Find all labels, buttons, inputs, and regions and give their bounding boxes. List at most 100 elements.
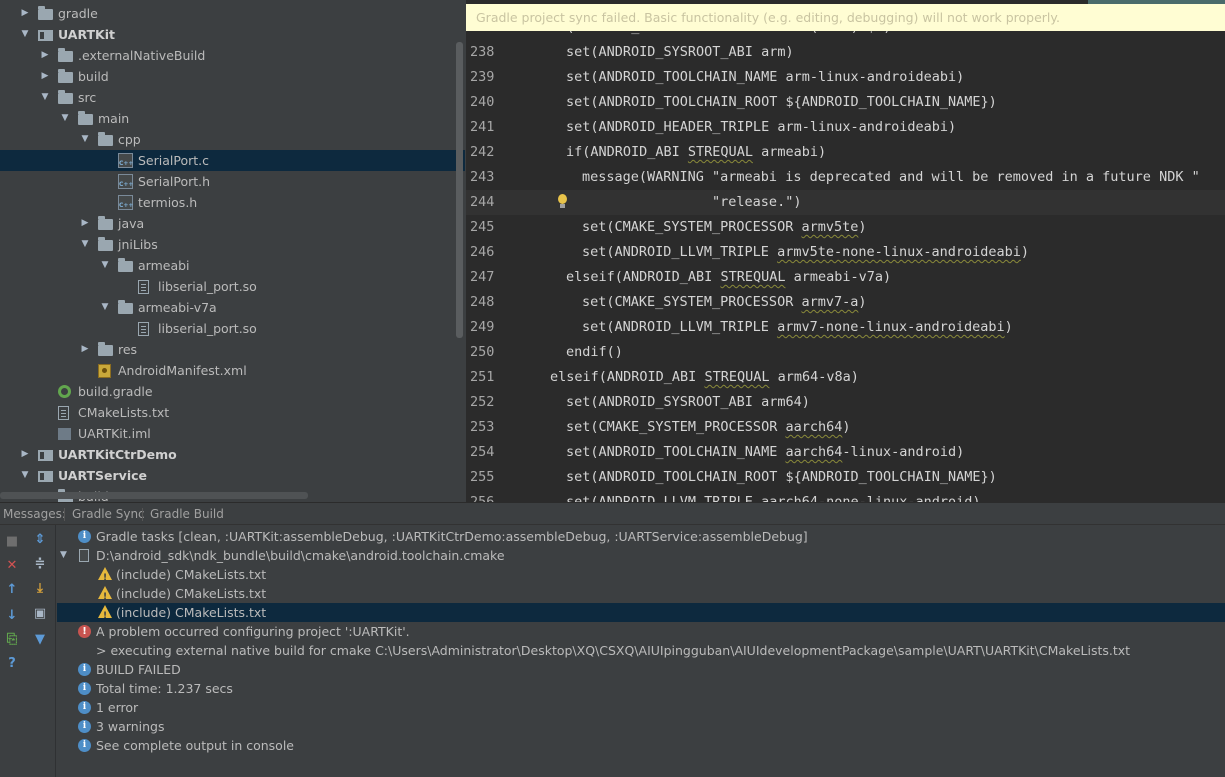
tree-item-label: AndroidManifest.xml [118, 363, 247, 378]
tree-item[interactable]: libserial_port.so [0, 318, 465, 339]
code-line[interactable]: 243 message(WARNING "armeabi is deprecate… [466, 165, 1225, 190]
help-icon[interactable]: ? [5, 657, 19, 671]
collapsed-arrow-icon[interactable]: ▶ [80, 339, 90, 360]
collapsed-arrow-icon[interactable]: ▶ [80, 213, 90, 234]
manifest-icon [98, 364, 111, 378]
code-line[interactable]: 251 elseif(ANDROID_ABI STREQUAL arm64-v8a… [466, 365, 1225, 390]
code-line[interactable]: 240 set(ANDROID_TOOLCHAIN_ROOT ${ANDROID_… [466, 90, 1225, 115]
code-line[interactable]: 238 set(ANDROID_SYSROOT_ABI arm) [466, 40, 1225, 65]
collapsed-arrow-icon[interactable]: ▶ [40, 66, 50, 87]
info-icon: i [78, 701, 91, 714]
tree-item[interactable]: C++ SerialPort.c [0, 150, 465, 171]
folder-icon [118, 300, 133, 314]
code-line[interactable]: 242 if(ANDROID_ABI STREQUAL armeabi) [466, 140, 1225, 165]
message-row[interactable]: (include) CMakeLists.txt [57, 584, 1225, 607]
stop-icon[interactable]: ■ [5, 535, 19, 549]
tree-item[interactable]: ▼ UARTKit [0, 24, 465, 45]
tree-item[interactable]: C++ SerialPort.h [0, 171, 465, 192]
tree-item[interactable]: ▶ gradle [0, 3, 465, 24]
code-line[interactable]: 241 set(ANDROID_HEADER_TRIPLE arm-linux-a… [466, 115, 1225, 140]
code-line[interactable]: 252 set(ANDROID_SYSROOT_ABI arm64) [466, 390, 1225, 415]
tree-item[interactable]: ▶ java [0, 213, 465, 234]
tree-item[interactable]: ▶ UARTKitCtrDemo [0, 444, 465, 465]
messages-list[interactable]: i Gradle tasks [clean, :UARTKit:assembleD… [57, 525, 1225, 777]
expanded-arrow-icon[interactable]: ▼ [80, 129, 90, 150]
tree-item[interactable]: ▶ .externalNativeBuild [0, 45, 465, 66]
code-line[interactable]: 248 set(CMAKE_SYSTEM_PROCESSOR armv7-a) [466, 290, 1225, 315]
tree-item[interactable]: ▼ main [0, 108, 465, 129]
tree-item[interactable]: ▶ res [0, 339, 465, 360]
expanded-arrow-icon[interactable]: ▼ [40, 87, 50, 108]
message-row[interactable]: i 3 warnings [57, 717, 1225, 736]
code-line[interactable]: 256 set(ANDROID_LLVM_TRIPLE aarch64-none-… [466, 490, 1225, 502]
code-editor[interactable]: Gradle project sync failed. Basic functi… [466, 0, 1225, 502]
message-row[interactable]: i Gradle tasks [clean, :UARTKit:assembleD… [57, 527, 1225, 546]
collapse-all-icon[interactable]: ≑ [33, 557, 47, 571]
tree-item[interactable]: C++ termios.h [0, 192, 465, 213]
expanded-arrow-icon[interactable]: ▼ [100, 297, 110, 318]
tree-item-label: main [98, 111, 130, 126]
tree-item[interactable]: ▼ armeabi [0, 255, 465, 276]
code-line[interactable]: 239 set(ANDROID_TOOLCHAIN_NAME arm-linux-… [466, 65, 1225, 90]
message-row[interactable]: i BUILD FAILED [57, 660, 1225, 679]
code-line[interactable]: 245 set(CMAKE_SYSTEM_PROCESSOR armv5te) [466, 215, 1225, 240]
expanded-arrow-icon[interactable]: ▼ [60, 546, 67, 565]
export-icon[interactable]: ⤓ [33, 582, 47, 596]
project-tree[interactable]: ▶ gradle ▼ UARTKit ▶ .externalNativeBuild ▶ bui… [0, 0, 465, 502]
tree-scrollbar[interactable] [456, 42, 463, 338]
expanded-arrow-icon[interactable]: ▼ [60, 108, 70, 129]
message-row[interactable]: i Total time: 1.237 secs [57, 679, 1225, 698]
tree-item[interactable]: ▼ src [0, 87, 465, 108]
message-row[interactable]: (include) CMakeLists.txt [57, 603, 1225, 626]
message-row[interactable]: i See complete output in console [57, 736, 1225, 755]
code-line[interactable]: 253 set(CMAKE_SYSTEM_PROCESSOR aarch64) [466, 415, 1225, 440]
code-line[interactable]: 250 endif() [466, 340, 1225, 365]
message-row[interactable]: ▼ D:\android_sdk\ndk_bundle\build\cmake\a… [57, 546, 1225, 565]
collapsed-arrow-icon[interactable]: ▶ [20, 3, 30, 24]
message-row[interactable]: ! A problem occurred configuring project … [57, 622, 1225, 641]
expanded-arrow-icon[interactable]: ▼ [20, 24, 30, 45]
c-source-file-icon: C++ [118, 153, 133, 168]
tree-item[interactable]: ▶ build [0, 66, 465, 87]
message-row[interactable]: > executing external native build for cm… [57, 641, 1225, 660]
tree-item[interactable]: ▼ UARTService [0, 465, 465, 486]
code-line[interactable]: 247 elseif(ANDROID_ABI STREQUAL armeabi-v… [466, 265, 1225, 290]
next-icon[interactable]: ↓ [5, 609, 19, 623]
code-text: elseif(ANDROID_ABI STREQUAL armeabi-v7a) [566, 269, 892, 285]
preview-icon[interactable]: ▣ [33, 607, 47, 621]
tree-item[interactable]: build.gradle [0, 381, 465, 402]
tab-gradle-sync[interactable]: Gradle Sync [72, 503, 145, 525]
code-line[interactable]: 255 set(ANDROID_TOOLCHAIN_ROOT ${ANDROID_… [466, 465, 1225, 490]
code-line[interactable]: 249 set(ANDROID_LLVM_TRIPLE armv7-none-li… [466, 315, 1225, 340]
tree-item[interactable]: UARTKit.iml [0, 423, 465, 444]
message-row[interactable]: (include) CMakeLists.txt [57, 565, 1225, 588]
line-number: 248 [470, 294, 495, 310]
tree-item[interactable]: ▼ armeabi-v7a [0, 297, 465, 318]
expanded-arrow-icon[interactable]: ▼ [100, 255, 110, 276]
collapsed-arrow-icon[interactable]: ▶ [20, 444, 30, 465]
code-line[interactable]: 244 "release.") [466, 190, 1225, 215]
tree-item[interactable]: ▼ jniLibs [0, 234, 465, 255]
previous-icon[interactable]: ↑ [5, 583, 19, 597]
tree-horizontal-scrollbar[interactable] [0, 492, 308, 499]
tree-item-label: SerialPort.h [138, 174, 211, 189]
message-row[interactable]: i 1 error [57, 698, 1225, 717]
tab-gradle-build[interactable]: Gradle Build [150, 503, 224, 525]
expand-all-icon[interactable]: ⇕ [33, 533, 47, 547]
intention-bulb-icon[interactable] [557, 194, 568, 210]
tree-item[interactable]: CMakeLists.txt [0, 402, 465, 423]
tree-item[interactable]: libserial_port.so [0, 276, 465, 297]
code-text: set(ANDROID_LLVM_TRIPLE aarch64-none-lin… [566, 494, 981, 502]
banner-action-tab[interactable] [1088, 0, 1225, 4]
tree-item[interactable]: ▼ cpp [0, 129, 465, 150]
code-line[interactable]: 246 set(ANDROID_LLVM_TRIPLE armv5te-none-… [466, 240, 1225, 265]
tree-item[interactable]: AndroidManifest.xml [0, 360, 465, 381]
filter-icon[interactable]: ▼ [33, 633, 47, 647]
expanded-arrow-icon[interactable]: ▼ [20, 465, 30, 486]
warning-icon [98, 567, 112, 588]
export-to-file-icon[interactable]: ⎘ [5, 633, 19, 647]
expanded-arrow-icon[interactable]: ▼ [80, 234, 90, 255]
code-line[interactable]: 254 set(ANDROID_TOOLCHAIN_NAME aarch64-li… [466, 440, 1225, 465]
collapsed-arrow-icon[interactable]: ▶ [40, 45, 50, 66]
close-icon[interactable]: ✕ [5, 559, 19, 573]
